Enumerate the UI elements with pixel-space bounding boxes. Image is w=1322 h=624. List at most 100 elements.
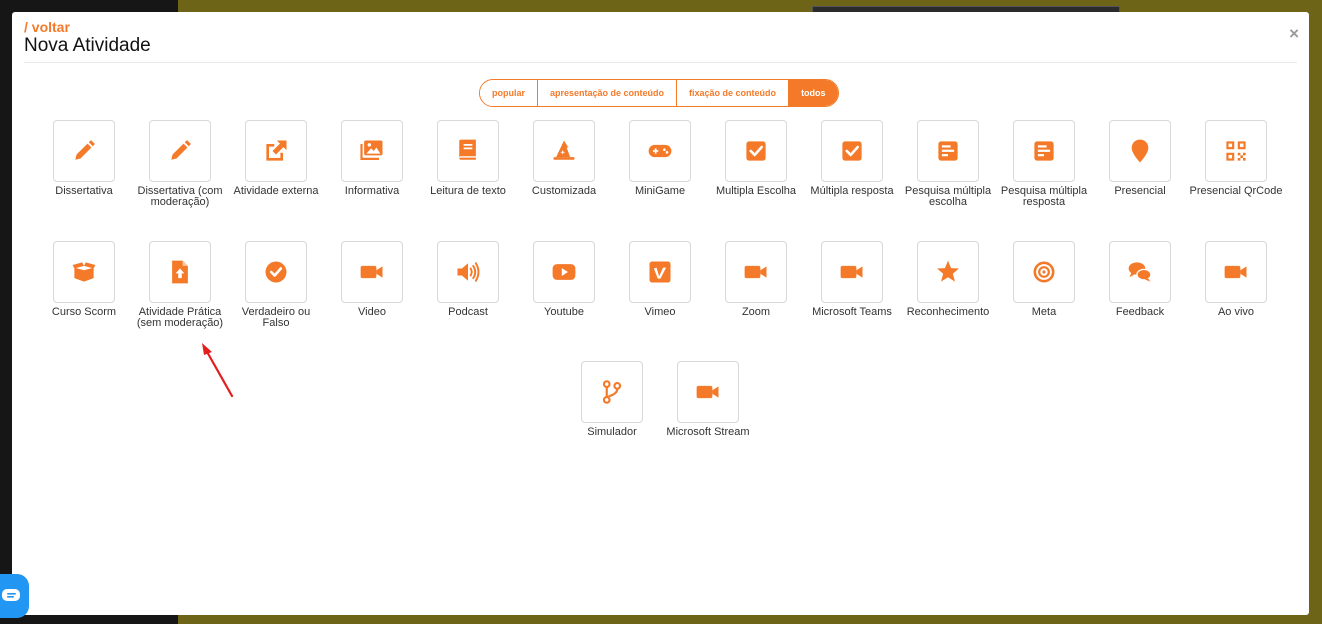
activity-tile[interactable] [1109, 241, 1171, 303]
activity-label: Dissertativa [55, 185, 113, 197]
close-icon[interactable]: × [1289, 25, 1299, 42]
activity-pesquisa-multipla-escolha[interactable]: Pesquisa múltipla escolha [900, 120, 996, 208]
activity-label: Pesquisa múltipla escolha [904, 185, 992, 208]
activity-label: Atividade Prática (sem moderação) [136, 306, 224, 329]
activity-multipla-escolha[interactable]: Multipla Escolha [708, 120, 804, 197]
activity-tile[interactable] [629, 241, 691, 303]
activity-label: Multipla Escolha [715, 185, 797, 197]
activity-atividade-pratica-sem-moderacao[interactable]: Atividade Prática (sem moderação) [132, 241, 228, 329]
activity-youtube[interactable]: Youtube [516, 241, 612, 318]
video-icon [696, 385, 719, 399]
activity-microsoft-stream[interactable]: Microsoft Stream [660, 361, 756, 438]
activity-label: MiniGame [634, 185, 686, 197]
activity-tile[interactable] [725, 241, 787, 303]
wizard-hat-icon [553, 140, 575, 160]
activity-tile[interactable] [245, 241, 307, 303]
activity-podcast[interactable]: Podcast [420, 241, 516, 318]
activity-multipla-resposta[interactable]: Múltipla resposta [804, 120, 900, 197]
activity-dissertativa-com-moderacao[interactable]: Dissertativa (com moderação) [132, 120, 228, 208]
activity-vimeo[interactable]: Vimeo [612, 241, 708, 318]
activity-tile[interactable] [917, 120, 979, 182]
box-open-icon [72, 262, 96, 282]
activity-label: Video [358, 306, 386, 318]
activity-label: Reconhecimento [906, 306, 990, 318]
checkbox-icon [842, 141, 862, 161]
activity-tile[interactable] [1109, 120, 1171, 182]
activity-minigame[interactable]: MiniGame [612, 120, 708, 197]
activity-label: Leitura de texto [430, 185, 506, 197]
activity-curso-scorm[interactable]: Curso Scorm [36, 241, 132, 318]
activity-label: Informativa [344, 185, 400, 197]
activity-tile[interactable] [437, 120, 499, 182]
activity-label: Atividade externa [233, 185, 319, 197]
tab-content-presentation[interactable]: apresentação de conteúdo [538, 80, 678, 106]
check-circle-icon [265, 261, 287, 283]
activity-microsoft-teams[interactable]: Microsoft Teams [804, 241, 900, 318]
qrcode-icon [1226, 141, 1246, 161]
activity-tile[interactable] [533, 241, 595, 303]
activity-customizada[interactable]: Customizada [516, 120, 612, 197]
activity-leitura-de-texto[interactable]: Leitura de texto [420, 120, 516, 197]
activity-tile[interactable] [437, 241, 499, 303]
code-branch-icon [602, 380, 622, 404]
activity-tile[interactable] [821, 241, 883, 303]
activity-video[interactable]: Video [324, 241, 420, 318]
video-icon [744, 265, 767, 279]
activity-tile[interactable] [1013, 120, 1075, 182]
back-link[interactable]: / voltar [24, 19, 70, 35]
activity-verdadeiro-ou-falso[interactable]: Verdadeiro ou Falso [228, 241, 324, 329]
activity-dissertativa[interactable]: Dissertativa [36, 120, 132, 197]
activity-tile[interactable] [725, 120, 787, 182]
activity-tile[interactable] [149, 120, 211, 182]
tab-all[interactable]: todos [789, 80, 838, 106]
activity-pesquisa-multipla-resposta[interactable]: Pesquisa múltipla resposta [996, 120, 1092, 208]
activity-zoom[interactable]: Zoom [708, 241, 804, 318]
activity-tile[interactable] [149, 241, 211, 303]
activity-simulador[interactable]: Simulador [564, 361, 660, 438]
activity-label: Verdadeiro ou Falso [241, 306, 311, 329]
activity-tile[interactable] [917, 241, 979, 303]
activity-tile[interactable] [677, 361, 739, 423]
activity-tile[interactable] [53, 120, 115, 182]
activity-tile[interactable] [341, 241, 403, 303]
poll-icon [938, 141, 958, 161]
pencil-icon [171, 140, 191, 160]
activity-label: Pesquisa múltipla resposta [1000, 185, 1088, 208]
activity-presencial[interactable]: Presencial [1092, 120, 1188, 197]
activity-tile[interactable] [1205, 120, 1267, 182]
activity-tile[interactable] [581, 361, 643, 423]
activity-tile[interactable] [1013, 241, 1075, 303]
tab-popular[interactable]: popular [480, 80, 538, 106]
activity-tile[interactable] [629, 120, 691, 182]
book-icon [459, 139, 476, 160]
activity-atividade-externa[interactable]: Atividade externa [228, 120, 324, 197]
tab-content-fixation[interactable]: fixação de conteúdo [677, 80, 790, 106]
youtube-icon [552, 264, 576, 280]
activity-ao-vivo[interactable]: Ao vivo [1188, 241, 1284, 318]
header-divider [24, 62, 1297, 63]
activity-label: Presencial QrCode [1189, 185, 1283, 197]
activity-label: Múltipla resposta [810, 185, 894, 197]
activity-tile[interactable] [53, 241, 115, 303]
activity-informativa[interactable]: Informativa [324, 120, 420, 197]
activity-label: Ao vivo [1217, 306, 1255, 318]
activity-feedback[interactable]: Feedback [1092, 241, 1188, 318]
activity-tile[interactable] [1205, 241, 1267, 303]
activity-tile[interactable] [341, 120, 403, 182]
activity-tile[interactable] [821, 120, 883, 182]
activity-label: Customizada [531, 185, 597, 197]
activity-label: Vimeo [644, 306, 676, 318]
activity-label: Presencial [1114, 185, 1166, 197]
activity-tile[interactable] [533, 120, 595, 182]
chat-widget-button[interactable] [0, 574, 29, 618]
activity-meta[interactable]: Meta [996, 241, 1092, 318]
comments-icon [1128, 262, 1152, 282]
activity-reconhecimento[interactable]: Reconhecimento [900, 241, 996, 318]
activity-label: Microsoft Teams [812, 306, 892, 318]
activity-presencial-qrcode[interactable]: Presencial QrCode [1188, 120, 1284, 197]
activity-label: Podcast [448, 306, 488, 318]
activity-label: Feedback [1115, 306, 1165, 318]
video-icon [360, 265, 383, 279]
activity-tile[interactable] [245, 120, 307, 182]
filter-tabs: popular apresentação de conteúdo fixação… [479, 79, 839, 107]
